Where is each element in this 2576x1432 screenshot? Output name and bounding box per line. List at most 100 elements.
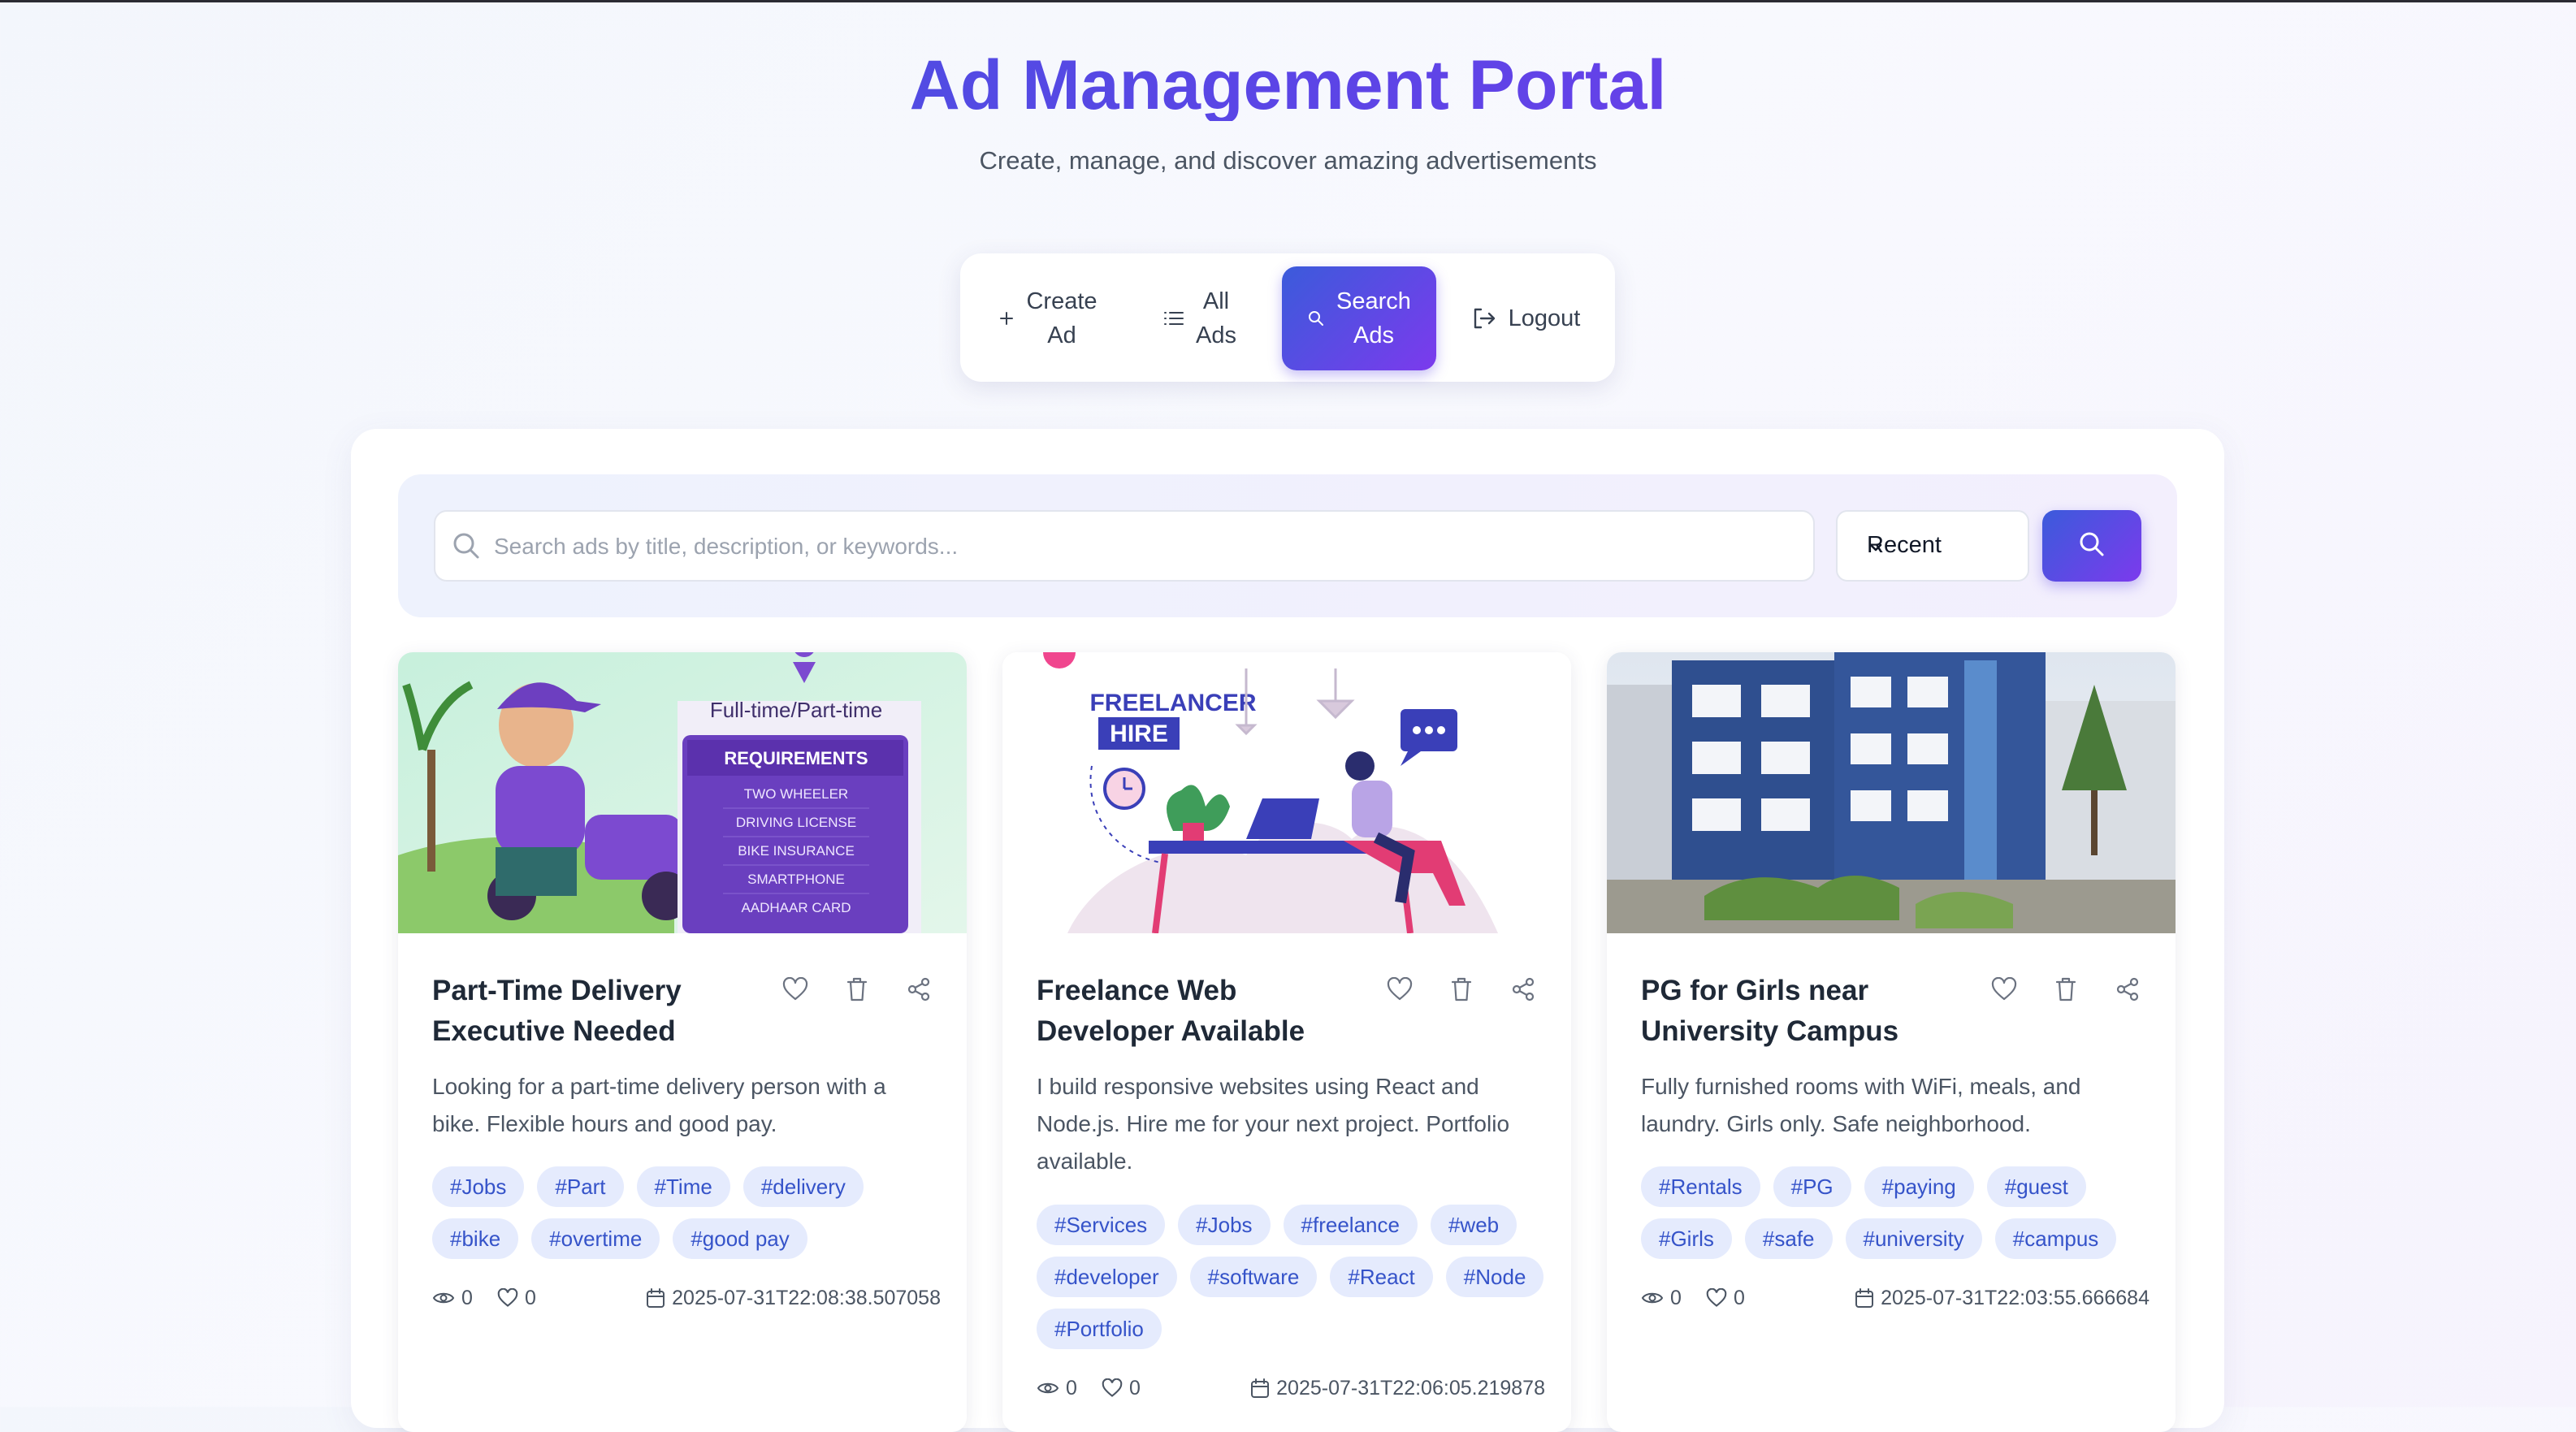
likes-value: 0	[1734, 1286, 1745, 1309]
search-ads-button[interactable]: Search Ads	[1282, 266, 1436, 370]
ad-image	[1607, 652, 2176, 933]
image-item: BIKE INSURANCE	[738, 843, 855, 859]
ad-date: 2025-07-31T22:08:38.507058	[646, 1283, 941, 1313]
views-count: 0	[432, 1283, 473, 1313]
ad-card[interactable]: Full-time/Part-time REQUIREMENTS TWO WHE…	[398, 652, 967, 1432]
ad-meta: 0 0 2025-07-31T22:03:55.666684	[1641, 1283, 2150, 1313]
tag-chip[interactable]: #Jobs	[1178, 1205, 1271, 1245]
views-value: 0	[461, 1286, 473, 1309]
image-item: AADHAAR CARD	[741, 900, 851, 915]
search-input[interactable]	[492, 512, 1803, 582]
views-value: 0	[1066, 1376, 1077, 1400]
page-subtitle: Create, manage, and discover amazing adv…	[979, 146, 1597, 175]
tag-chip[interactable]: #Rentals	[1641, 1166, 1760, 1207]
ad-date: 2025-07-31T22:06:05.219878	[1250, 1374, 1545, 1403]
tag-chip[interactable]: #PG	[1773, 1166, 1851, 1207]
chevron-down-icon	[1867, 536, 2013, 563]
tag-chip[interactable]: #Portfolio	[1037, 1309, 1162, 1349]
date-value: 2025-07-31T22:06:05.219878	[1276, 1376, 1545, 1400]
image-box-title: REQUIREMENTS	[724, 748, 868, 768]
sort-select[interactable]: Recent	[1836, 510, 2029, 582]
all-ads-label-1: All	[1202, 288, 1230, 314]
ad-actions	[1990, 976, 2141, 1003]
ad-tags: #Services #Jobs #freelance #web #develop…	[1037, 1205, 1548, 1349]
tag-chip[interactable]: #Part	[537, 1166, 624, 1207]
search-ads-label-1: Search	[1336, 288, 1411, 314]
heart-icon	[1102, 1378, 1123, 1397]
image-line1: FREELANCER	[1089, 690, 1256, 716]
date-value: 2025-07-31T22:03:55.666684	[1881, 1286, 2150, 1309]
logout-icon	[1471, 306, 1497, 331]
calendar-icon	[1855, 1288, 1874, 1308]
tag-chip[interactable]: #React	[1330, 1257, 1433, 1297]
tag-chip[interactable]: #Time	[636, 1166, 730, 1207]
heart-icon	[497, 1288, 518, 1307]
trash-icon[interactable]	[2052, 976, 2080, 1003]
tag-chip[interactable]: #bike	[432, 1218, 519, 1259]
ad-title: PG for Girls near University Campus	[1641, 975, 1899, 1047]
tag-chip[interactable]: #guest	[1986, 1166, 2086, 1207]
image-heading: Full-time/Part-time	[710, 698, 882, 722]
search-submit-button[interactable]	[2042, 510, 2141, 582]
logout-button[interactable]: Logout	[1453, 266, 1599, 370]
logout-label: Logout	[1508, 305, 1581, 331]
calendar-icon	[1251, 1378, 1270, 1398]
tag-chip[interactable]: #developer	[1037, 1257, 1177, 1297]
create-ad-button[interactable]: Create Ad	[983, 266, 1113, 370]
share-icon[interactable]	[905, 976, 933, 1003]
image-item: TWO WHEELER	[744, 786, 848, 802]
list-icon	[1163, 309, 1184, 327]
page-title: Ad Management Portal	[0, 45, 2576, 121]
image-item: DRIVING LICENSE	[736, 815, 856, 830]
heart-icon[interactable]	[1386, 976, 1414, 1003]
share-icon[interactable]	[2114, 976, 2141, 1003]
tag-chip[interactable]: #paying	[1864, 1166, 1974, 1207]
heart-icon[interactable]	[1990, 976, 2018, 1003]
likes-value: 0	[1129, 1376, 1141, 1400]
views-value: 0	[1670, 1286, 1682, 1309]
heart-icon	[1706, 1288, 1727, 1307]
ad-title: Freelance Web Developer Available	[1037, 975, 1305, 1047]
tag-chip[interactable]: #safe	[1744, 1218, 1833, 1259]
tag-chip[interactable]: #Jobs	[432, 1166, 525, 1207]
plus-icon	[998, 310, 1015, 327]
views-count: 0	[1037, 1374, 1077, 1403]
image-item: SMARTPHONE	[747, 872, 845, 887]
tag-chip[interactable]: #web	[1430, 1205, 1517, 1245]
tag-chip[interactable]: #Node	[1445, 1257, 1544, 1297]
tag-chip[interactable]: #Services	[1037, 1205, 1166, 1245]
all-ads-button[interactable]: All Ads	[1141, 266, 1259, 370]
ad-tags: #Jobs #Part #Time #delivery #bike #overt…	[432, 1166, 944, 1259]
ad-card[interactable]: PG for Girls near University Campus Full…	[1607, 652, 2176, 1432]
search-ads-label-2: Ads	[1353, 322, 1394, 348]
tag-chip[interactable]: #overtime	[531, 1218, 660, 1259]
image-line2: HIRE	[1110, 720, 1168, 747]
ad-meta: 0 0 2025-07-31T22:08:38.507058	[432, 1283, 941, 1313]
tag-chip[interactable]: #good pay	[673, 1218, 807, 1259]
eye-icon	[1037, 1382, 1059, 1394]
search-icon	[452, 531, 481, 565]
tag-chip[interactable]: #university	[1845, 1218, 1982, 1259]
tag-chip[interactable]: #delivery	[742, 1166, 864, 1207]
all-ads-label-2: Ads	[1196, 322, 1236, 348]
share-icon[interactable]	[1509, 976, 1537, 1003]
tag-chip[interactable]: #campus	[1994, 1218, 2117, 1259]
tag-chip[interactable]: #Girls	[1641, 1218, 1732, 1259]
ad-image: Full-time/Part-time REQUIREMENTS TWO WHE…	[398, 652, 967, 933]
search-icon	[1307, 309, 1325, 327]
ad-description: Looking for a part-time delivery person …	[432, 1074, 886, 1136]
ad-description: Fully furnished rooms with WiFi, meals, …	[1641, 1074, 2081, 1136]
ad-tags: #Rentals #PG #paying #guest #Girls #safe…	[1641, 1166, 2153, 1259]
ad-actions	[1386, 976, 1537, 1003]
search-field[interactable]	[434, 510, 1815, 582]
eye-icon	[432, 1292, 455, 1304]
heart-icon[interactable]	[781, 976, 809, 1003]
tag-chip[interactable]: #freelance	[1283, 1205, 1418, 1245]
ad-actions	[781, 976, 933, 1003]
tag-chip[interactable]: #software	[1189, 1257, 1318, 1297]
trash-icon[interactable]	[1448, 976, 1475, 1003]
ad-card[interactable]: FREELANCER HIRE Freelance Web Developer …	[1002, 652, 1571, 1432]
ad-title: Part-Time Delivery Executive Needed	[432, 975, 682, 1047]
ad-description: I build responsive websites using React …	[1037, 1074, 1510, 1174]
trash-icon[interactable]	[843, 976, 871, 1003]
